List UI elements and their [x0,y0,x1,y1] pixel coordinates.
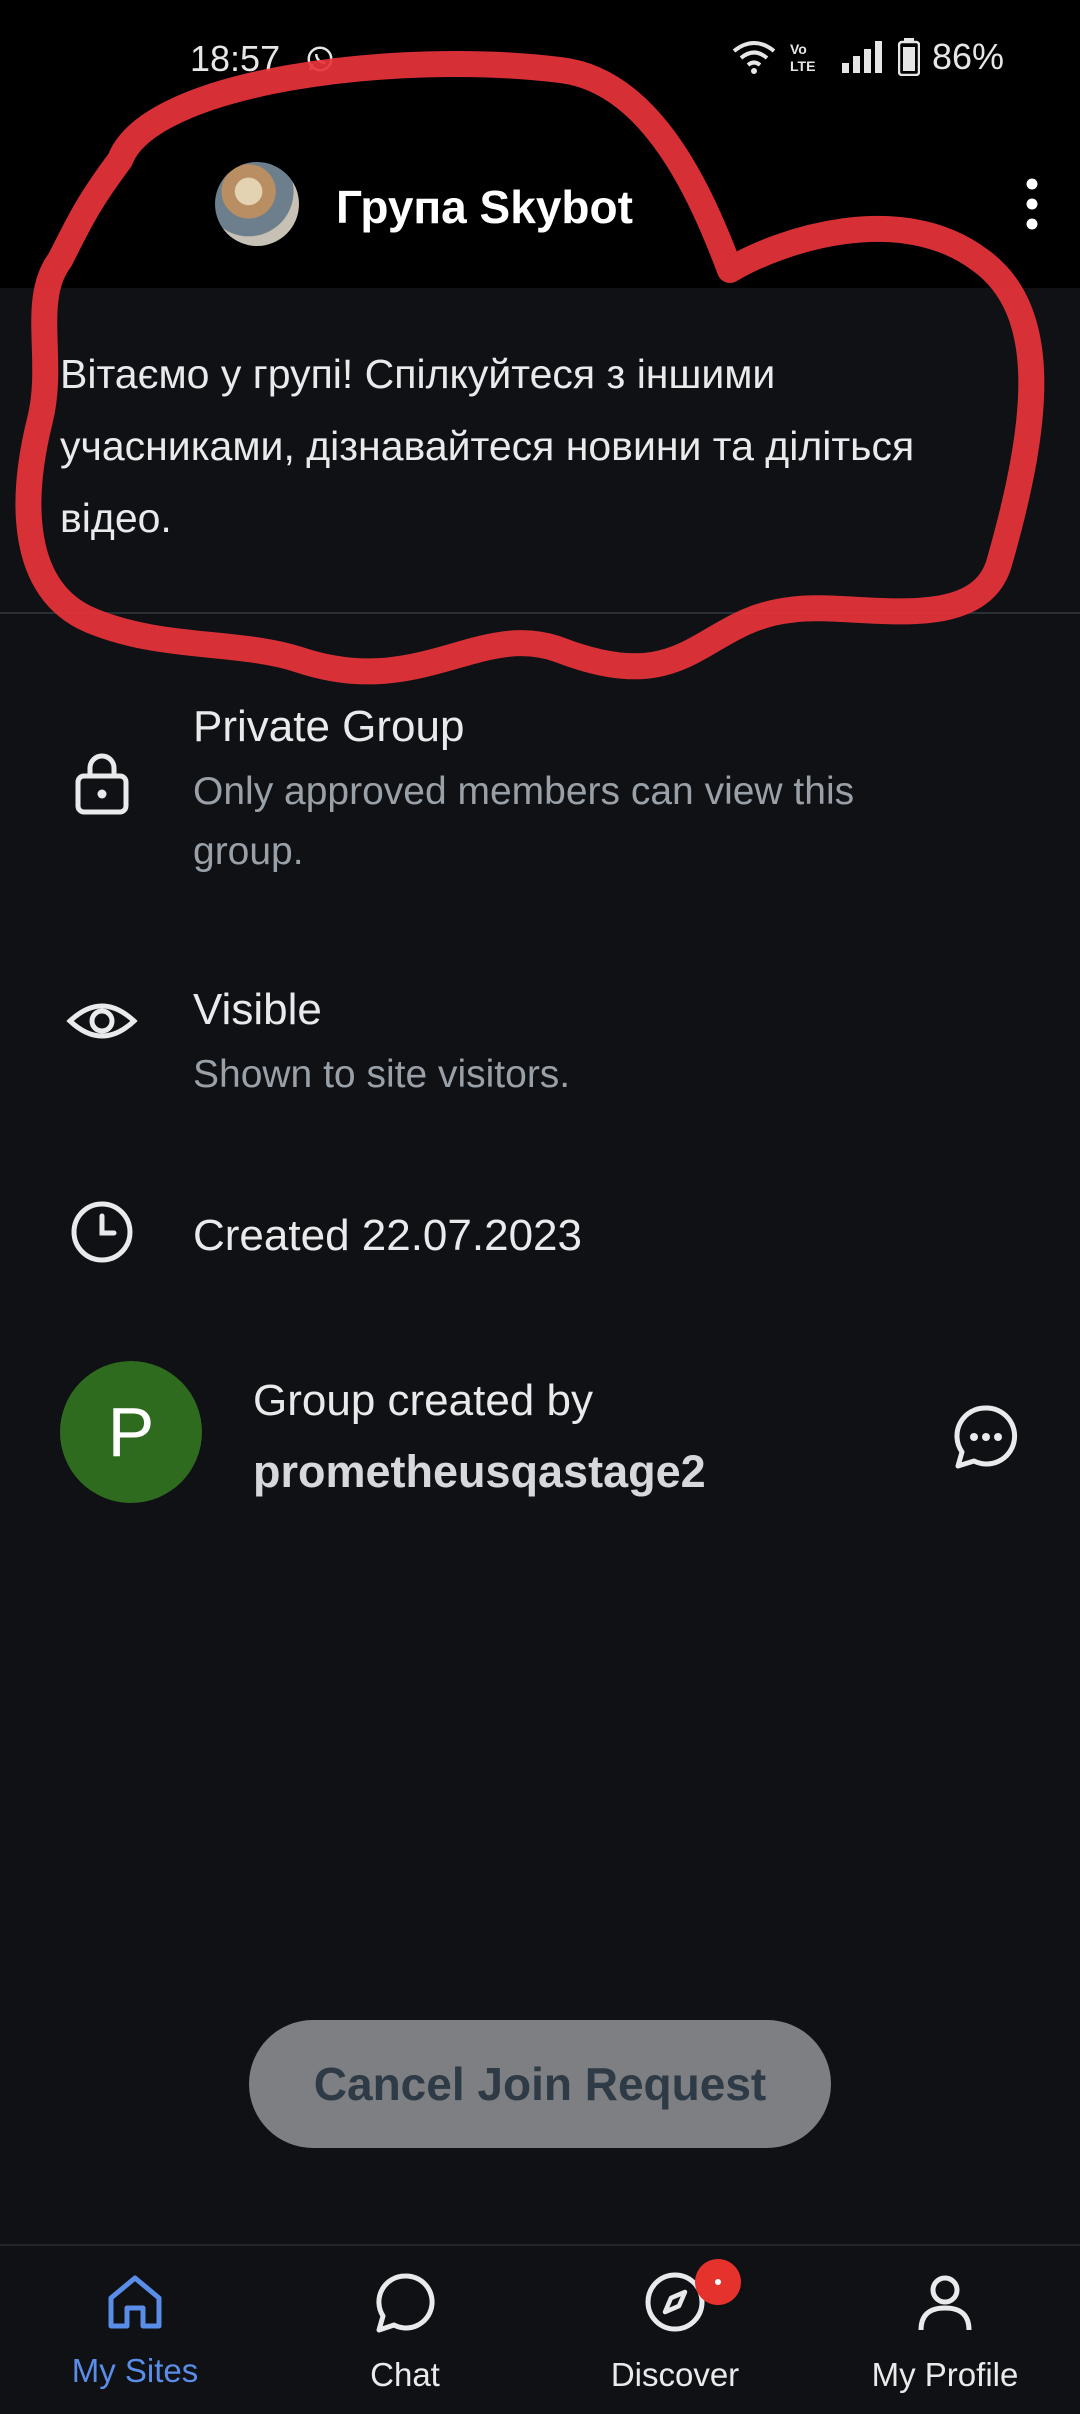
message-creator-icon[interactable] [950,1400,1022,1472]
lock-icon [75,753,129,815]
home-icon [108,2275,162,2329]
creator-name[interactable]: prometheusqastage2 [253,1446,706,1498]
nav-chat-label: Chat [370,2356,440,2393]
volte-icon: Vo LTE [790,41,815,74]
bottom-nav: My Sites Chat Discover My Profile [0,2244,1080,2414]
nav-my-sites[interactable]: My Sites [0,2246,270,2414]
nav-my-profile[interactable]: My Profile [810,2246,1080,2414]
creator-avatar[interactable]: P [60,1361,202,1503]
divider [0,612,1080,614]
nav-chat[interactable]: Chat [270,2246,540,2414]
discover-notification-badge [695,2259,741,2305]
status-time: 18:57 [190,38,281,79]
nav-my-profile-label: My Profile [871,2356,1019,2393]
nav-my-sites-label: My Sites [71,2352,199,2389]
eye-icon [66,1003,138,1039]
status-bar: 18:57 Vo LTE 86% [0,0,1080,120]
privacy-subtitle: Only approved members can view this grou… [193,770,855,873]
svg-text:Vo: Vo [790,41,807,57]
nav-discover[interactable]: Discover [540,2246,810,2414]
battery-percent: 86% [931,36,1004,77]
privacy-title: Private Group [193,702,465,751]
group-header: Група Skybot [0,120,1080,288]
created-date: Created 22.07.2023 [193,1211,582,1260]
svg-text:LTE: LTE [790,58,815,74]
whatsapp-icon [307,46,333,72]
nav-discover-label: Discover [610,2356,740,2393]
status-indicators: Vo LTE 86% [732,36,1004,78]
more-options-icon[interactable] [1012,174,1052,234]
visibility-subtitle: Shown to site visitors. [193,1053,571,1096]
group-avatar[interactable] [215,162,299,246]
battery-icon [897,38,920,76]
wifi-icon [732,41,776,74]
group-title: Група Skybot [336,181,633,233]
cancel-join-request-button[interactable]: Cancel Join Request [249,2020,831,2148]
group-description: Вітаємо у групі! Спілкуйтеся з іншими уч… [60,351,915,541]
signal-icon [841,41,882,73]
clock-icon [71,1201,133,1263]
visibility-title: Visible [193,985,322,1034]
creator-label: Group created by [253,1376,593,1425]
chat-icon [376,2273,435,2333]
profile-icon [918,2275,972,2331]
